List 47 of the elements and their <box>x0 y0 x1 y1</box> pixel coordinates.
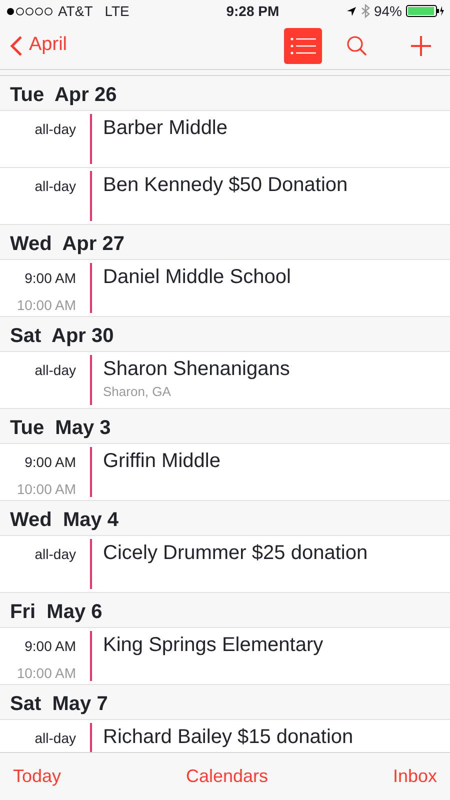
day-header: Tue May 3 <box>0 409 450 444</box>
chevron-icon <box>10 34 23 56</box>
network-type: LTE <box>104 2 130 20</box>
event-title: Sharon Shenanigans <box>103 357 290 382</box>
event-title: Griffin Middle <box>103 449 220 474</box>
day-header: Fri May 6 <box>0 593 450 628</box>
event-row[interactable]: all-day Barber Middle <box>0 111 450 168</box>
event-end-time: 10:00 AM <box>16 664 76 683</box>
event-end-time: 10:00 AM <box>16 296 76 315</box>
event-end-time: 10:00 AM <box>16 480 76 499</box>
event-time: 9:00 AM <box>24 637 76 656</box>
event-time: all-day <box>34 361 76 380</box>
event-row[interactable]: all-day Ben Kennedy $50 Donation <box>0 168 450 225</box>
event-row[interactable]: 9:00 AM 10:00 AM King Springs Elementary <box>0 628 450 685</box>
battery-percent: 94% <box>374 2 402 20</box>
event-title: King Springs Elementary <box>103 633 324 658</box>
plus-icon <box>410 34 432 56</box>
day-header: Tue Apr 26 <box>0 76 450 111</box>
day-header: Sat May 7 <box>0 685 450 720</box>
event-title: Cicely Drummer $25 donation <box>103 541 368 566</box>
day-header: Wed Apr 27 <box>0 225 450 260</box>
bluetooth-icon <box>360 4 370 18</box>
event-row[interactable]: 9:00 AM 10:00 AM Daniel Middle School <box>0 260 450 317</box>
event-row[interactable]: all-day Sharon Shenanigans Sharon, GA <box>0 352 450 409</box>
event-title: Ben Kennedy $50 Donation <box>103 173 348 198</box>
list-view-button[interactable] <box>284 28 322 64</box>
event-title: Daniel Middle School <box>103 265 291 290</box>
event-time: all-day <box>34 545 76 564</box>
event-title: Richard Bailey $15 donation <box>103 725 354 750</box>
event-row[interactable]: 9:00 AM 10:00 AM Griffin Middle <box>0 444 450 501</box>
clock: 9:28 PM <box>225 2 280 20</box>
search-icon <box>346 34 368 56</box>
event-time: 9:00 AM <box>24 453 76 472</box>
event-time: all-day <box>34 120 76 139</box>
carrier-name: AT&T <box>58 2 93 20</box>
day-header: Wed May 4 <box>0 501 450 536</box>
event-time: all-day <box>34 177 76 196</box>
event-location: Sharon, GA <box>103 383 172 401</box>
signal-icon <box>6 6 54 16</box>
event-title: Barber Middle <box>103 116 228 141</box>
day-header: Sat Apr 30 <box>0 317 450 352</box>
list-icon <box>290 36 316 54</box>
battery-icon <box>406 5 444 17</box>
event-row[interactable]: all-day Cicely Drummer $25 donation <box>0 536 450 593</box>
event-time: all-day <box>34 729 76 748</box>
location-icon <box>346 6 357 16</box>
event-time: 9:00 AM <box>24 269 76 288</box>
